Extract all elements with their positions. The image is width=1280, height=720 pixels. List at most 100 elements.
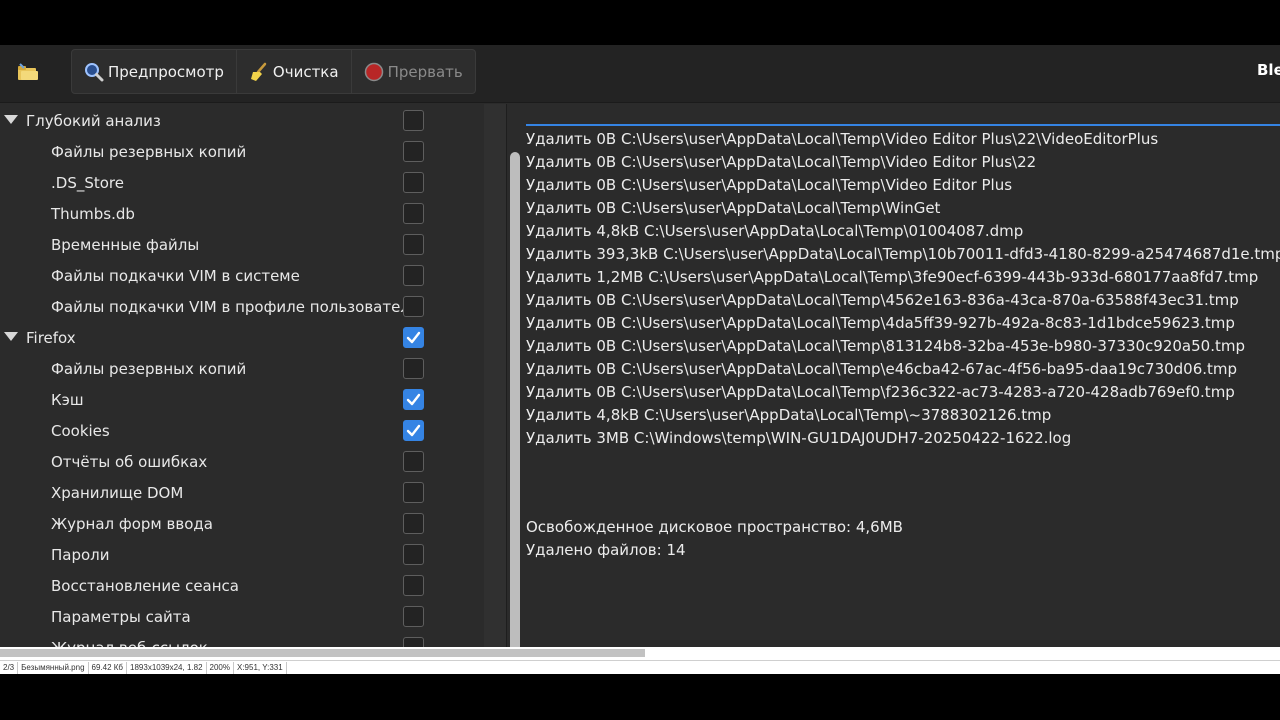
tree-option-row[interactable]: Временные файлы (0, 229, 484, 260)
expander-arrow-icon[interactable] (4, 332, 18, 341)
tree-row-label: Пароли (51, 545, 110, 564)
log-line: Удалить 0B C:\Users\user\AppData\Local\T… (526, 383, 1235, 401)
tree-row-label: Cookies (51, 421, 110, 440)
tree-option-row[interactable]: Thumbs.db (0, 198, 484, 229)
tree-option-row[interactable]: Пароли (0, 539, 484, 570)
tree-row-label: Файлы подкачки VIM в системе (51, 266, 300, 285)
menu-icon[interactable] (14, 59, 42, 87)
tree-option-row[interactable]: Файлы резервных копий (0, 136, 484, 167)
tree-row-label: .DS_Store (51, 173, 124, 192)
tree-row-label: Хранилище DOM (51, 483, 184, 502)
status-dimensions: 1893x1039x24, 1.82 (127, 661, 207, 674)
tree-option-row[interactable]: Параметры сайта (0, 601, 484, 632)
log-line: Удалить 0B C:\Users\user\AppData\Local\T… (526, 360, 1238, 378)
toolbar: Предпросмотр Очистка Прервать (71, 49, 476, 94)
log-line: Удалить 0B C:\Users\user\AppData\Local\T… (526, 199, 941, 217)
log-line: Удалить 4,8kB C:\Users\user\AppData\Loca… (526, 406, 1052, 424)
header-bar: Предпросмотр Очистка Прервать Ble (0, 45, 1280, 103)
magnifier-icon (84, 62, 104, 82)
log-line: Удалить 1,2MB C:\Users\user\AppData\Loca… (526, 268, 1259, 286)
tree-row-checkbox[interactable] (403, 358, 424, 379)
preview-label: Предпросмотр (108, 62, 224, 81)
tree-row-label: Кэш (51, 390, 84, 409)
bleachbit-window: Предпросмотр Очистка Прервать Ble Глубок… (0, 45, 1280, 660)
cleaner-tree: Глубокий анализ Файлы резервных копий .DS_… (0, 104, 484, 647)
tree-row-label: Журнал форм ввода (51, 514, 213, 533)
tree-row-label: Восстановление сеанса (51, 576, 239, 595)
tree-row-label: Firefox (26, 328, 76, 347)
tree-row-label: Параметры сайта (51, 607, 191, 626)
log-line: Удалить 0B C:\Users\user\AppData\Local\T… (526, 176, 1013, 194)
status-filename: Безымянный.png (18, 661, 89, 674)
tree-row-checkbox[interactable] (403, 172, 424, 193)
pane-splitter[interactable] (506, 104, 507, 660)
tree-option-row[interactable]: Кэш (0, 384, 484, 415)
clean-label: Очистка (272, 62, 339, 81)
tree-row-label: Журнал веб-ссылок (51, 639, 208, 648)
horizontal-scrollbar-thumb[interactable] (0, 649, 645, 657)
tree-option-row[interactable]: Файлы подкачки VIM в профиле пользовател… (0, 291, 484, 322)
tree-row-label: Отчёты об ошибках (51, 452, 208, 471)
tree-row-checkbox[interactable] (403, 420, 424, 441)
tree-row-label: Временные файлы (51, 235, 200, 254)
clean-button[interactable]: Очистка (237, 50, 352, 93)
log-line: Удалить 0B C:\Users\user\AppData\Local\T… (526, 314, 1235, 332)
tree-row-checkbox[interactable] (403, 265, 424, 286)
checkmark-icon (406, 331, 421, 344)
tree-row-checkbox[interactable] (403, 575, 424, 596)
log-line: Удалить 0B C:\Users\user\AppData\Local\T… (526, 337, 1245, 355)
tree-row-checkbox[interactable] (403, 606, 424, 627)
tree-row-label: Файлы резервных копий (51, 142, 247, 161)
tree-row-checkbox[interactable] (403, 234, 424, 255)
tree-option-row[interactable]: Файлы подкачки VIM в системе (0, 260, 484, 291)
status-zoom: 200% (207, 661, 234, 674)
viewer-status-bar: 2/3 Безымянный.png 69.42 Кб 1893x1039x24… (0, 660, 1280, 674)
tree-row-label: Thumbs.db (51, 204, 135, 223)
abort-label: Прервать (387, 62, 463, 81)
tree-row-label: Глубокий анализ (26, 111, 161, 130)
tree-row-checkbox[interactable] (403, 451, 424, 472)
tree-row-checkbox[interactable] (403, 544, 424, 565)
log-line: Удалить 0B C:\Users\user\AppData\Local\T… (526, 153, 1037, 171)
tree-row-checkbox[interactable] (403, 203, 424, 224)
tree-group-row[interactable]: Firefox (0, 322, 484, 353)
status-cursor: X:951, Y:331 (234, 661, 287, 674)
tree-row-checkbox[interactable] (403, 482, 424, 503)
expander-arrow-icon[interactable] (4, 115, 18, 124)
tree-row-checkbox[interactable] (403, 141, 424, 162)
tree-row-checkbox[interactable] (403, 513, 424, 534)
tree-option-row[interactable]: Восстановление сеанса (0, 570, 484, 601)
stop-icon (364, 62, 384, 82)
tree-group-row[interactable]: Глубокий анализ (0, 105, 484, 136)
tree-row-checkbox[interactable] (403, 327, 424, 348)
files-deleted-summary: Удалено файлов: 14 (526, 541, 686, 559)
tree-option-row[interactable]: Хранилище DOM (0, 477, 484, 508)
freed-space-summary: Освобожденное дисковое пространство: 4,6… (526, 518, 903, 536)
log-line: Удалить 393,3kB C:\Users\user\AppData\Lo… (526, 245, 1280, 263)
tree-row-label: Файлы подкачки VIM в профиле пользовател… (51, 297, 419, 316)
preview-button[interactable]: Предпросмотр (72, 50, 237, 93)
tree-row-checkbox[interactable] (403, 110, 424, 131)
window-title: Ble (1257, 61, 1280, 79)
tree-option-row[interactable]: Журнал веб-ссылок (0, 632, 484, 647)
log-line: Удалить 3MB C:\Windows\temp\WIN-GU1DAJ0U… (526, 429, 1072, 447)
abort-button[interactable]: Прервать (352, 50, 475, 93)
tree-row-checkbox[interactable] (403, 389, 424, 410)
status-filesize: 69.42 Кб (89, 661, 128, 674)
log-focus-line (526, 124, 1280, 126)
tree-option-row[interactable]: Файлы резервных копий (0, 353, 484, 384)
tree-option-row[interactable]: Cookies (0, 415, 484, 446)
tree-margin (484, 104, 506, 647)
log-line: Удалить 0B C:\Users\user\AppData\Local\T… (526, 291, 1239, 309)
tree-option-row[interactable]: Журнал форм ввода (0, 508, 484, 539)
tree-row-checkbox[interactable] (403, 296, 424, 317)
tree-option-row[interactable]: .DS_Store (0, 167, 484, 198)
tree-scrollbar[interactable] (510, 152, 520, 660)
checkmark-icon (406, 424, 421, 437)
log-line: Удалить 4,8kB C:\Users\user\AppData\Loca… (526, 222, 1024, 240)
broom-icon (249, 62, 269, 82)
tree-row-checkbox[interactable] (403, 637, 424, 647)
status-page: 2/3 (0, 661, 19, 674)
tree-option-row[interactable]: Отчёты об ошибках (0, 446, 484, 477)
log-line: Удалить 0B C:\Users\user\AppData\Local\T… (526, 130, 1159, 148)
